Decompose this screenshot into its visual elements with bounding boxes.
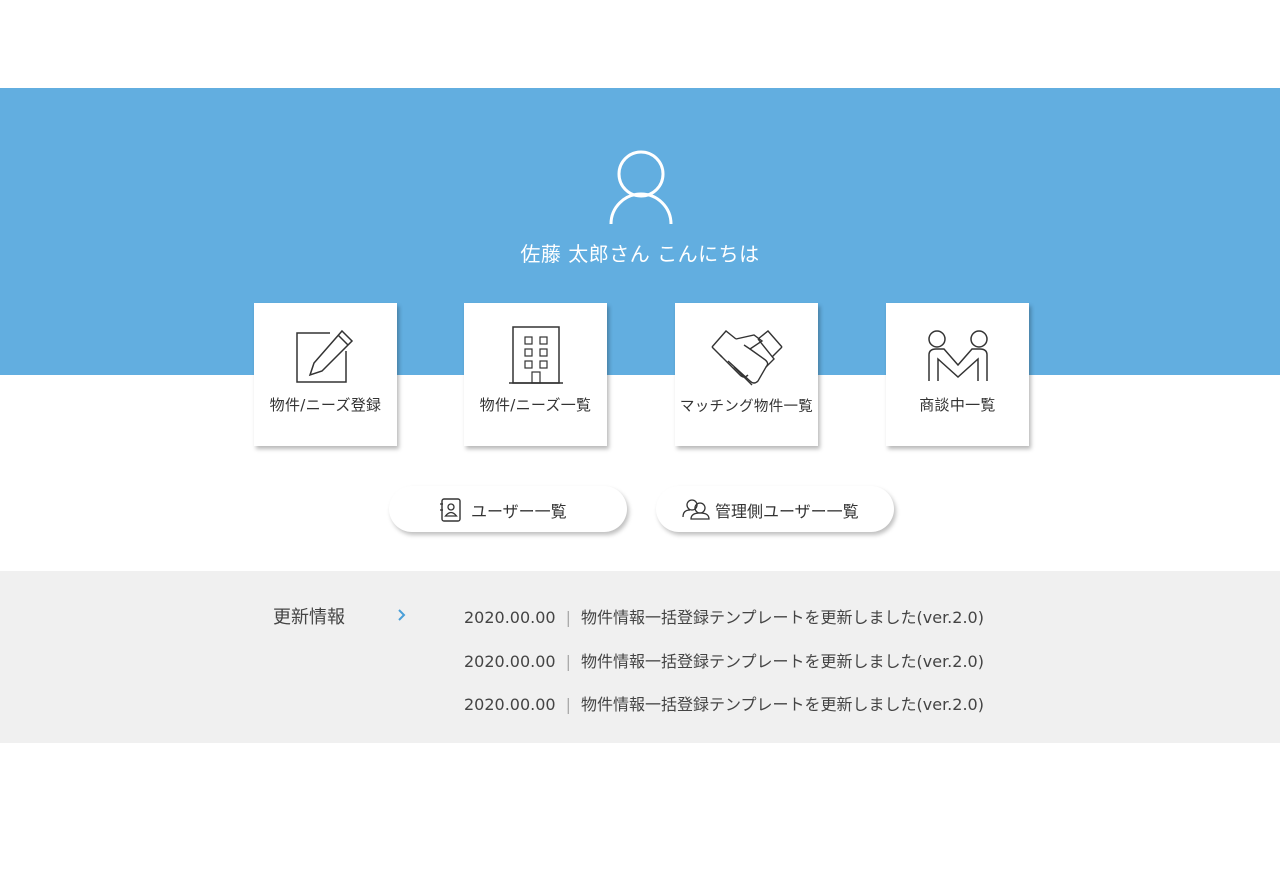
news-date: 2020.00.00 <box>464 652 556 671</box>
card-label: 商談中一覧 <box>919 396 996 414</box>
news-item[interactable]: 2020.00.00 | 物件情報一括登録テンプレートを更新しました(ver.2.0… <box>464 604 984 628</box>
chevron-right-icon[interactable] <box>395 605 409 625</box>
user-card-icon <box>440 498 461 522</box>
news-separator: | <box>565 695 571 714</box>
user-avatar-icon <box>609 150 673 225</box>
card-label: 物件/ニーズ登録 <box>269 396 382 414</box>
card-property-list[interactable]: 物件/ニーズ一覧 <box>464 303 607 446</box>
admin-users-icon <box>682 499 710 520</box>
card-label: 物件/ニーズ一覧 <box>479 396 592 414</box>
hero-banner <box>0 88 1280 375</box>
news-item[interactable]: 2020.00.00 | 物件情報一括登録テンプレートを更新しました(ver.2.0… <box>464 691 984 715</box>
building-icon <box>509 326 563 384</box>
edit-icon <box>296 329 354 383</box>
user-list-button[interactable]: ユーザー一覧 <box>389 486 627 532</box>
card-negotiation-list[interactable]: 商談中一覧 <box>886 303 1029 446</box>
news-text: 物件情報一括登録テンプレートを更新しました(ver.2.0) <box>581 652 984 671</box>
news-text: 物件情報一括登録テンプレートを更新しました(ver.2.0) <box>581 695 984 714</box>
greeting-text: 佐藤 太郎さん こんにちは <box>520 242 760 266</box>
news-title: 更新情報 <box>273 607 345 628</box>
news-separator: | <box>565 652 571 671</box>
admin-user-list-button[interactable]: 管理側ユーザー一覧 <box>656 486 894 532</box>
news-date: 2020.00.00 <box>464 695 556 714</box>
handshake-icon <box>711 330 783 386</box>
news-item[interactable]: 2020.00.00 | 物件情報一括登録テンプレートを更新しました(ver.2.0… <box>464 648 984 672</box>
news-date: 2020.00.00 <box>464 608 556 627</box>
card-label: マッチング物件一覧 <box>679 399 814 415</box>
admin-user-list-label: 管理側ユーザー一覧 <box>715 502 859 521</box>
meeting-icon <box>928 330 988 381</box>
news-text: 物件情報一括登録テンプレートを更新しました(ver.2.0) <box>581 608 984 627</box>
user-list-label: ユーザー一覧 <box>471 502 567 521</box>
news-separator: | <box>565 608 571 627</box>
card-register-property[interactable]: 物件/ニーズ登録 <box>254 303 397 446</box>
card-matching-list[interactable]: マッチング物件一覧 <box>675 303 818 446</box>
